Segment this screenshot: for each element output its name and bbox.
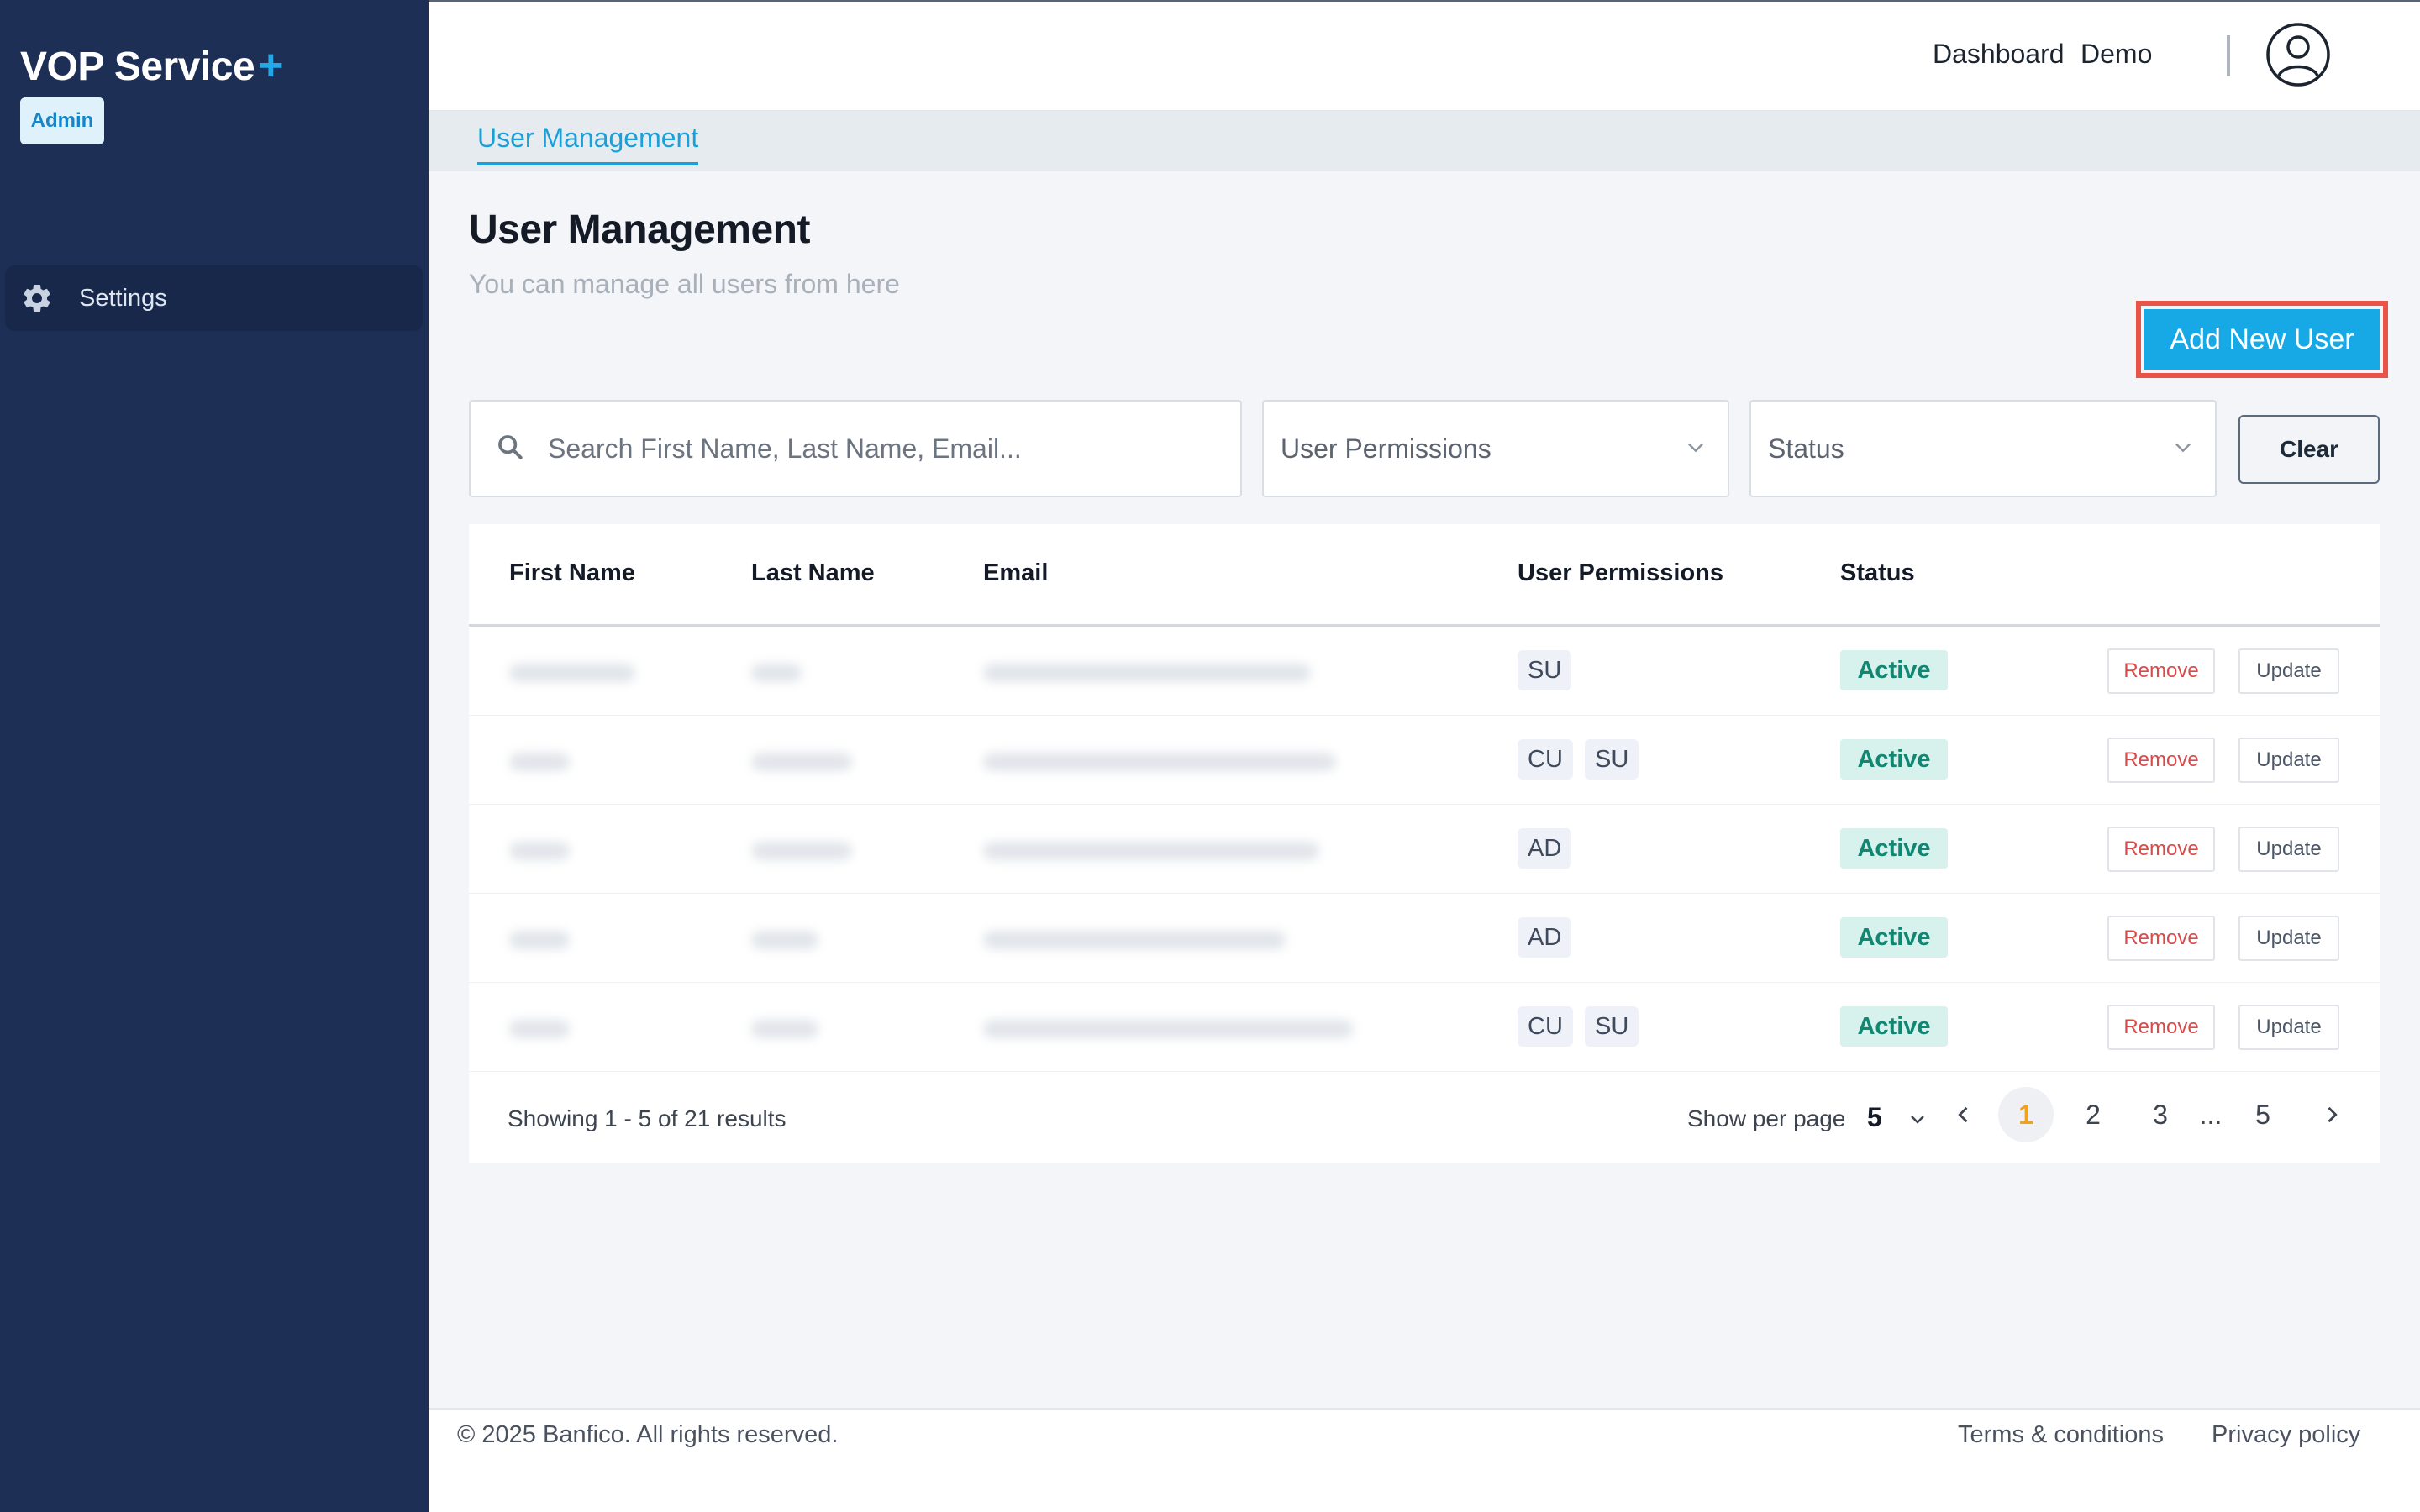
chevron-down-icon	[2171, 435, 2195, 463]
column-first-name[interactable]: First Name	[509, 559, 635, 587]
last-name-cell	[751, 842, 852, 860]
column-status[interactable]: Status	[1840, 559, 1915, 587]
remove-button[interactable]: Remove	[2107, 1005, 2215, 1050]
brand-logo[interactable]: VOP Service+	[20, 40, 284, 91]
permission-badge: AD	[1518, 917, 1572, 958]
brand-plus: +	[258, 41, 284, 90]
permission-badge: SU	[1518, 650, 1572, 690]
brand-name: VOP Service	[20, 45, 255, 89]
status-badge: Active	[1840, 650, 1948, 690]
email-cell	[983, 664, 1311, 682]
page-subtitle: You can manage all users from here	[469, 269, 900, 299]
search-placeholder: Search First Name, Last Name, Email...	[548, 433, 1022, 464]
clear-button[interactable]: Clear	[2238, 415, 2380, 484]
status-badge: Active	[1840, 739, 1948, 780]
last-name-cell	[751, 753, 852, 771]
first-name-cell	[509, 753, 570, 771]
first-name-cell	[509, 842, 570, 860]
table-pagination: Showing 1 - 5 of 21 results Show per pag…	[469, 1074, 2380, 1163]
chevron-down-icon	[1684, 435, 1707, 463]
status-badge: Active	[1840, 1006, 1948, 1047]
chevron-down-icon[interactable]	[1907, 1109, 1928, 1133]
page-1-button[interactable]: 1	[1998, 1087, 2054, 1142]
page-5-button[interactable]: 5	[2235, 1087, 2291, 1142]
permission-badge: SU	[1585, 1006, 1639, 1047]
user-permissions-select[interactable]: User Permissions	[1262, 400, 1729, 497]
terms-link[interactable]: Terms & conditions	[1958, 1421, 2164, 1449]
table-row: AD Active Remove Update	[469, 805, 2380, 894]
update-button[interactable]: Update	[2238, 827, 2339, 872]
top-bar: Dashboard Demo	[429, 0, 2420, 111]
last-name-cell	[751, 931, 818, 949]
page-footer: © 2025 Banfico. All rights reserved. Ter…	[429, 1408, 2420, 1512]
remove-button[interactable]: Remove	[2107, 738, 2215, 783]
email-cell	[983, 753, 1336, 771]
dashboard-link[interactable]: Dashboard	[1933, 39, 2065, 70]
add-new-user-button[interactable]: Add New User	[2144, 309, 2380, 370]
remove-button[interactable]: Remove	[2107, 916, 2215, 961]
last-name-cell	[751, 1020, 818, 1038]
gear-icon	[18, 280, 55, 317]
page-3-button[interactable]: 3	[2133, 1087, 2188, 1142]
demo-link[interactable]: Demo	[2081, 39, 2152, 70]
copyright: © 2025 Banfico. All rights reserved.	[457, 1421, 839, 1448]
table-row: CU SU Active Remove Update	[469, 983, 2380, 1072]
remove-button[interactable]: Remove	[2107, 648, 2215, 694]
permission-badge: CU	[1518, 1006, 1573, 1047]
sidebar-item-label: Settings	[79, 284, 167, 312]
prev-page-button[interactable]	[1936, 1087, 1991, 1142]
update-button[interactable]: Update	[2238, 1005, 2339, 1050]
status-badge: Active	[1840, 828, 1948, 869]
page-ellipsis: ...	[2199, 1099, 2223, 1130]
email-cell	[983, 931, 1286, 949]
sidebar: VOP Service+ Admin Settings	[0, 0, 429, 1512]
user-permissions-select-value: User Permissions	[1281, 433, 1491, 464]
update-button[interactable]: Update	[2238, 738, 2339, 783]
add-button-highlight: Add New User	[2136, 301, 2388, 378]
first-name-cell	[509, 664, 635, 682]
tab-strip: User Management	[429, 111, 2420, 171]
search-icon	[496, 433, 524, 465]
per-page-select[interactable]: 5	[1867, 1102, 1882, 1133]
permission-badge: CU	[1518, 739, 1573, 780]
search-input[interactable]: Search First Name, Last Name, Email...	[469, 400, 1242, 497]
first-name-cell	[509, 1020, 570, 1038]
permission-badge: SU	[1585, 739, 1639, 780]
first-name-cell	[509, 931, 570, 949]
table-header: First Name Last Name Email User Permissi…	[469, 524, 2380, 627]
topbar-divider	[2227, 35, 2230, 76]
table-row: CU SU Active Remove Update	[469, 716, 2380, 805]
status-select-value: Status	[1768, 433, 1844, 464]
privacy-link[interactable]: Privacy policy	[2212, 1421, 2360, 1449]
user-avatar-icon[interactable]	[2265, 22, 2331, 87]
update-button[interactable]: Update	[2238, 648, 2339, 694]
email-cell	[983, 842, 1319, 860]
table-row: SU Active Remove Update	[469, 627, 2380, 716]
status-select[interactable]: Status	[1749, 400, 2217, 497]
per-page-label: Show per page	[1687, 1105, 1846, 1131]
tab-user-management[interactable]: User Management	[477, 123, 699, 165]
email-cell	[983, 1020, 1353, 1038]
last-name-cell	[751, 664, 802, 682]
update-button[interactable]: Update	[2238, 916, 2339, 961]
page-2-button[interactable]: 2	[2065, 1087, 2121, 1142]
column-last-name[interactable]: Last Name	[751, 559, 875, 587]
permission-badge: AD	[1518, 828, 1572, 869]
role-badge: Admin	[20, 97, 104, 144]
sidebar-item-settings[interactable]: Settings	[5, 265, 424, 331]
next-page-button[interactable]	[2304, 1087, 2360, 1142]
page-title: User Management	[469, 207, 810, 252]
results-summary: Showing 1 - 5 of 21 results	[508, 1105, 786, 1131]
remove-button[interactable]: Remove	[2107, 827, 2215, 872]
table-row: AD Active Remove Update	[469, 894, 2380, 983]
status-badge: Active	[1840, 917, 1948, 958]
column-email[interactable]: Email	[983, 559, 1048, 587]
column-user-permissions[interactable]: User Permissions	[1518, 559, 1723, 587]
users-table: First Name Last Name Email User Permissi…	[469, 524, 2380, 1163]
